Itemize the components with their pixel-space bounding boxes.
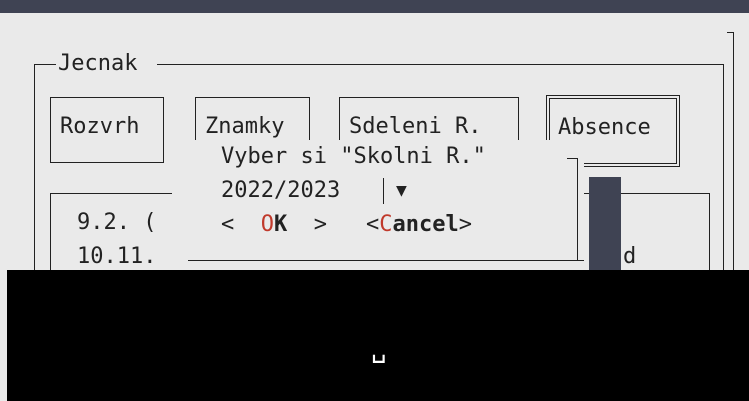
list-frame-right	[709, 193, 710, 270]
jecnak-frame-left	[34, 64, 35, 270]
tab-znamky-label: Znamky	[205, 114, 285, 139]
cancel-open: <	[366, 212, 380, 237]
list-scrollbar[interactable]	[589, 177, 621, 270]
tab-absence-label: Absence	[558, 115, 651, 140]
list-row-date-2[interactable]: 10.11.	[77, 244, 156, 270]
tab-rozvrh[interactable]: Rozvrh	[50, 97, 164, 163]
tab-rozvrh-label: Rozvrh	[60, 114, 140, 139]
tab-sdeleni-label: Sdeleni R.	[349, 114, 482, 139]
jecnak-frame-top-left	[34, 64, 56, 65]
school-year-dialog: Vyber si "Skolni R." 2022/2023 ▼ < OK > …	[172, 140, 584, 262]
ok-open: <	[221, 212, 235, 237]
dialog-bottom-border	[188, 260, 584, 261]
list-frame-left	[50, 193, 51, 270]
jecnak-frame-title: Jecnak	[58, 51, 138, 76]
outer-frame-right	[733, 32, 734, 270]
list-row-date-1[interactable]: 9.2. (	[77, 210, 156, 236]
dialog-right-border	[577, 158, 578, 260]
cancel-close: >	[458, 212, 472, 237]
dialog-title: Vyber si "Skolni R."	[221, 144, 486, 169]
list-row-tail: d	[623, 244, 637, 269]
window-top-bar	[0, 0, 749, 13]
ok-hotkey: O	[260, 212, 274, 237]
ok-label: K	[274, 212, 288, 237]
year-dropdown-value[interactable]: 2022/2023	[221, 178, 340, 204]
cursor-icon: ␣	[371, 334, 387, 364]
ok-close: >	[313, 212, 327, 237]
dropdown-caret	[383, 178, 384, 204]
jecnak-frame-top-right	[157, 64, 723, 65]
cancel-hotkey: C	[379, 212, 393, 237]
jecnak-frame-right	[723, 64, 724, 270]
cancel-label: ancel	[392, 212, 459, 237]
cancel-button[interactable]: <Cancel>	[366, 212, 472, 238]
dialog-corner-top-right	[567, 158, 577, 159]
ok-button[interactable]: < OK >	[221, 212, 327, 238]
chevron-down-icon[interactable]: ▼	[396, 178, 407, 204]
